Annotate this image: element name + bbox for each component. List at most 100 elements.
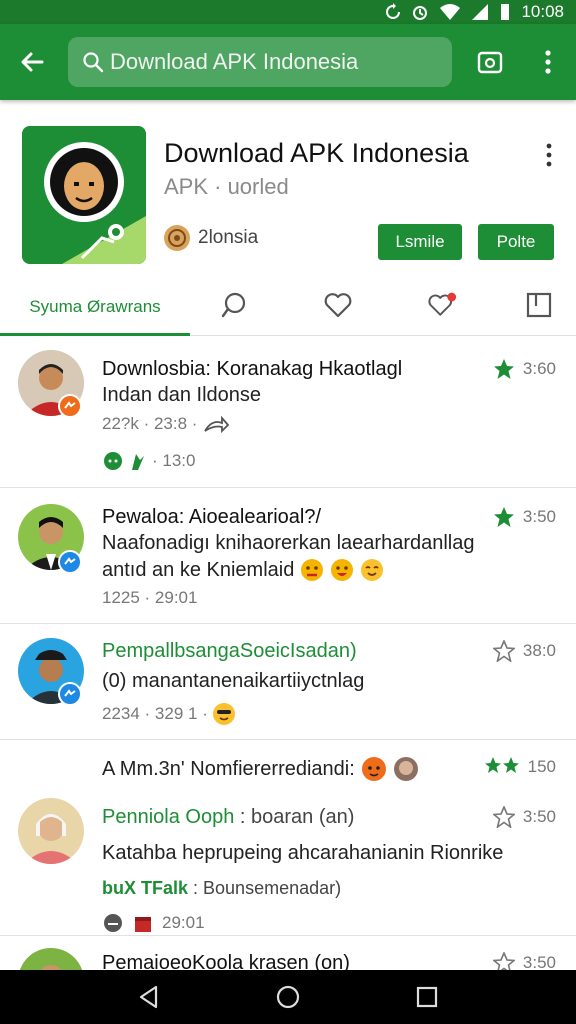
section-label: A Mm.3n' Nomfiererrediandi: — [102, 756, 419, 782]
messenger-badge-icon — [58, 394, 82, 418]
comment-bubble-icon — [104, 914, 122, 932]
item-rating: 38:0 — [492, 640, 556, 662]
item-meta: 29:01 — [102, 912, 205, 934]
signal-icon — [472, 4, 489, 20]
developer-badge-icon — [164, 225, 190, 251]
item-title: Penniola Ooph : boaran (an) — [102, 806, 354, 829]
emoji-tongue-icon — [361, 559, 384, 581]
wifi-icon — [440, 4, 461, 20]
messenger-badge-icon — [58, 682, 82, 706]
item-title: PemaioeoKoola krasen (on) — [102, 952, 350, 970]
item-reactions: · 13:0 — [102, 450, 195, 472]
item-stats: 2234 · 329 1 · — [102, 704, 208, 723]
item-stats: 22?k · 23:8 · — [102, 414, 198, 433]
search-icon — [83, 52, 104, 73]
item-text: Katahba heprupeing ahcarahanianin Rionri… — [102, 842, 504, 864]
system-nav-bar — [0, 970, 576, 1024]
item-meta: 22?k · 23:8 · — [102, 414, 230, 435]
tab-favorites-icon[interactable] — [323, 290, 353, 320]
rating-value: 3:50 — [522, 507, 556, 526]
section-rating-value: 150 — [527, 757, 556, 776]
rating-value: 3:50 — [522, 807, 556, 826]
item-tag: buX TFalk : Bounsemenadar) — [102, 878, 341, 899]
avatar — [18, 948, 84, 970]
emoji-angry-icon — [301, 559, 324, 581]
back-arrow-icon[interactable] — [16, 46, 48, 78]
star-filled-icon[interactable] — [493, 506, 515, 528]
tab-pages-icon[interactable] — [524, 290, 554, 320]
star-outline-icon[interactable] — [492, 806, 515, 828]
nav-home-icon[interactable] — [275, 984, 301, 1010]
review-feed: Downlosbia: Koranakag Hkaotlagl Indan da… — [0, 336, 576, 970]
item-rating: 3:50 — [492, 806, 556, 828]
item-text-line: antıd an ke Kniemlaid — [102, 558, 384, 582]
item-tag-suffix: : Bounsemenadar) — [193, 878, 342, 898]
avatar — [18, 798, 84, 864]
tab-notifications-icon[interactable] — [427, 290, 457, 320]
app-bar: Download APK Indonesia — [0, 24, 576, 100]
app-header: Download APK Indonesia APK · uorled 2lon… — [0, 100, 576, 268]
share-icon[interactable] — [202, 415, 230, 435]
item-meta: 2234 · 329 1 · — [102, 702, 236, 726]
list-item[interactable]: PemaioeoKoola krasen (on) 3:50 — [0, 936, 576, 970]
rating-value: 3:60 — [522, 359, 556, 378]
list-item[interactable]: Pewaloa: Aioealearioal?/ Naafonadigı kni… — [0, 488, 576, 624]
list-item[interactable]: PempallbsangaSoeicIsadan) (0) manantanen… — [0, 624, 576, 740]
item-text: (0) manantanenaikartiiyctnlag — [102, 670, 365, 692]
item-title-suffix: : boaran (an) — [239, 806, 355, 828]
overflow-menu-icon[interactable] — [538, 48, 558, 76]
item-rating: 3:50 — [492, 952, 556, 970]
secondary-action-button[interactable]: Polte — [478, 224, 554, 260]
developer-name[interactable]: 2lonsia — [198, 227, 258, 249]
app-overflow-icon[interactable] — [542, 142, 556, 168]
tab-feed-label: Syuma Ørawrans — [29, 297, 161, 316]
item-rating: 3:50 — [493, 506, 556, 528]
app-logo-graphic — [22, 126, 146, 264]
list-item[interactable]: A Mm.3n' Nomfiererrediandi: 150 Penniola… — [0, 740, 576, 936]
item-meta: 1225 · 29:01 — [102, 588, 198, 607]
item-title: PempallbsangaSoeicIsadan) — [102, 640, 357, 662]
emoji-laugh-icon — [331, 559, 354, 581]
tab-feed[interactable]: Syuma Ørawrans — [0, 278, 190, 336]
section-label-text: A Mm.3n' Nomfiererrediandi: — [102, 757, 355, 780]
gift-icon — [135, 917, 151, 932]
item-text-continued: antıd an ke Kniemlaid — [102, 558, 295, 581]
star-outline-icon[interactable] — [492, 952, 515, 970]
chat-icon — [104, 452, 122, 470]
rating-value: 38:0 — [522, 641, 556, 660]
star-filled-icon[interactable] — [493, 358, 515, 380]
nav-back-icon[interactable] — [136, 984, 162, 1010]
double-star-icon[interactable] — [484, 756, 520, 778]
item-title-text: Penniola Ooph — [102, 806, 235, 828]
search-input[interactable]: Download APK Indonesia — [68, 37, 452, 87]
emoji-fox-icon — [361, 757, 386, 781]
item-tag-label[interactable]: buX TFalk — [102, 878, 188, 898]
item-title: Downlosbia: Koranakag Hkaotlagl — [102, 358, 403, 380]
emoji-face-icon — [393, 757, 418, 781]
list-item[interactable]: Downlosbia: Koranakag Hkaotlagl Indan da… — [0, 336, 576, 488]
battery-icon — [501, 4, 510, 20]
tab-bar: Syuma Ørawrans — [0, 278, 576, 336]
app-subtitle: APK · uorled — [164, 174, 289, 199]
camera-icon[interactable] — [476, 48, 504, 76]
search-text: Download APK Indonesia — [110, 49, 359, 74]
messenger-badge-icon — [58, 550, 82, 574]
section-rating: 150 — [484, 756, 556, 778]
item-text: Naafonadigı knihaorerkan laearhardanllag — [102, 532, 475, 554]
star-outline-icon[interactable] — [492, 640, 515, 662]
item-rating: 3:60 — [493, 358, 556, 380]
emoji-cool-icon — [212, 703, 235, 725]
item-title: Pewaloa: Aioealearioal?/ — [102, 506, 322, 528]
sync-icon — [386, 3, 401, 19]
primary-action-button[interactable]: Lsmile — [378, 224, 462, 260]
thumb-icon — [132, 454, 144, 470]
rating-value: 3:50 — [522, 953, 556, 970]
tab-comments-icon[interactable] — [219, 290, 249, 320]
alarm-icon — [413, 6, 428, 20]
item-stats: 29:01 — [162, 913, 205, 932]
item-text: Indan dan Ildonse — [102, 384, 262, 406]
clock: 10:08 — [521, 2, 564, 21]
status-bar: 10:08 — [0, 0, 576, 24]
nav-recents-icon[interactable] — [414, 984, 440, 1010]
item-reaction-count: · 13:0 — [152, 451, 196, 470]
